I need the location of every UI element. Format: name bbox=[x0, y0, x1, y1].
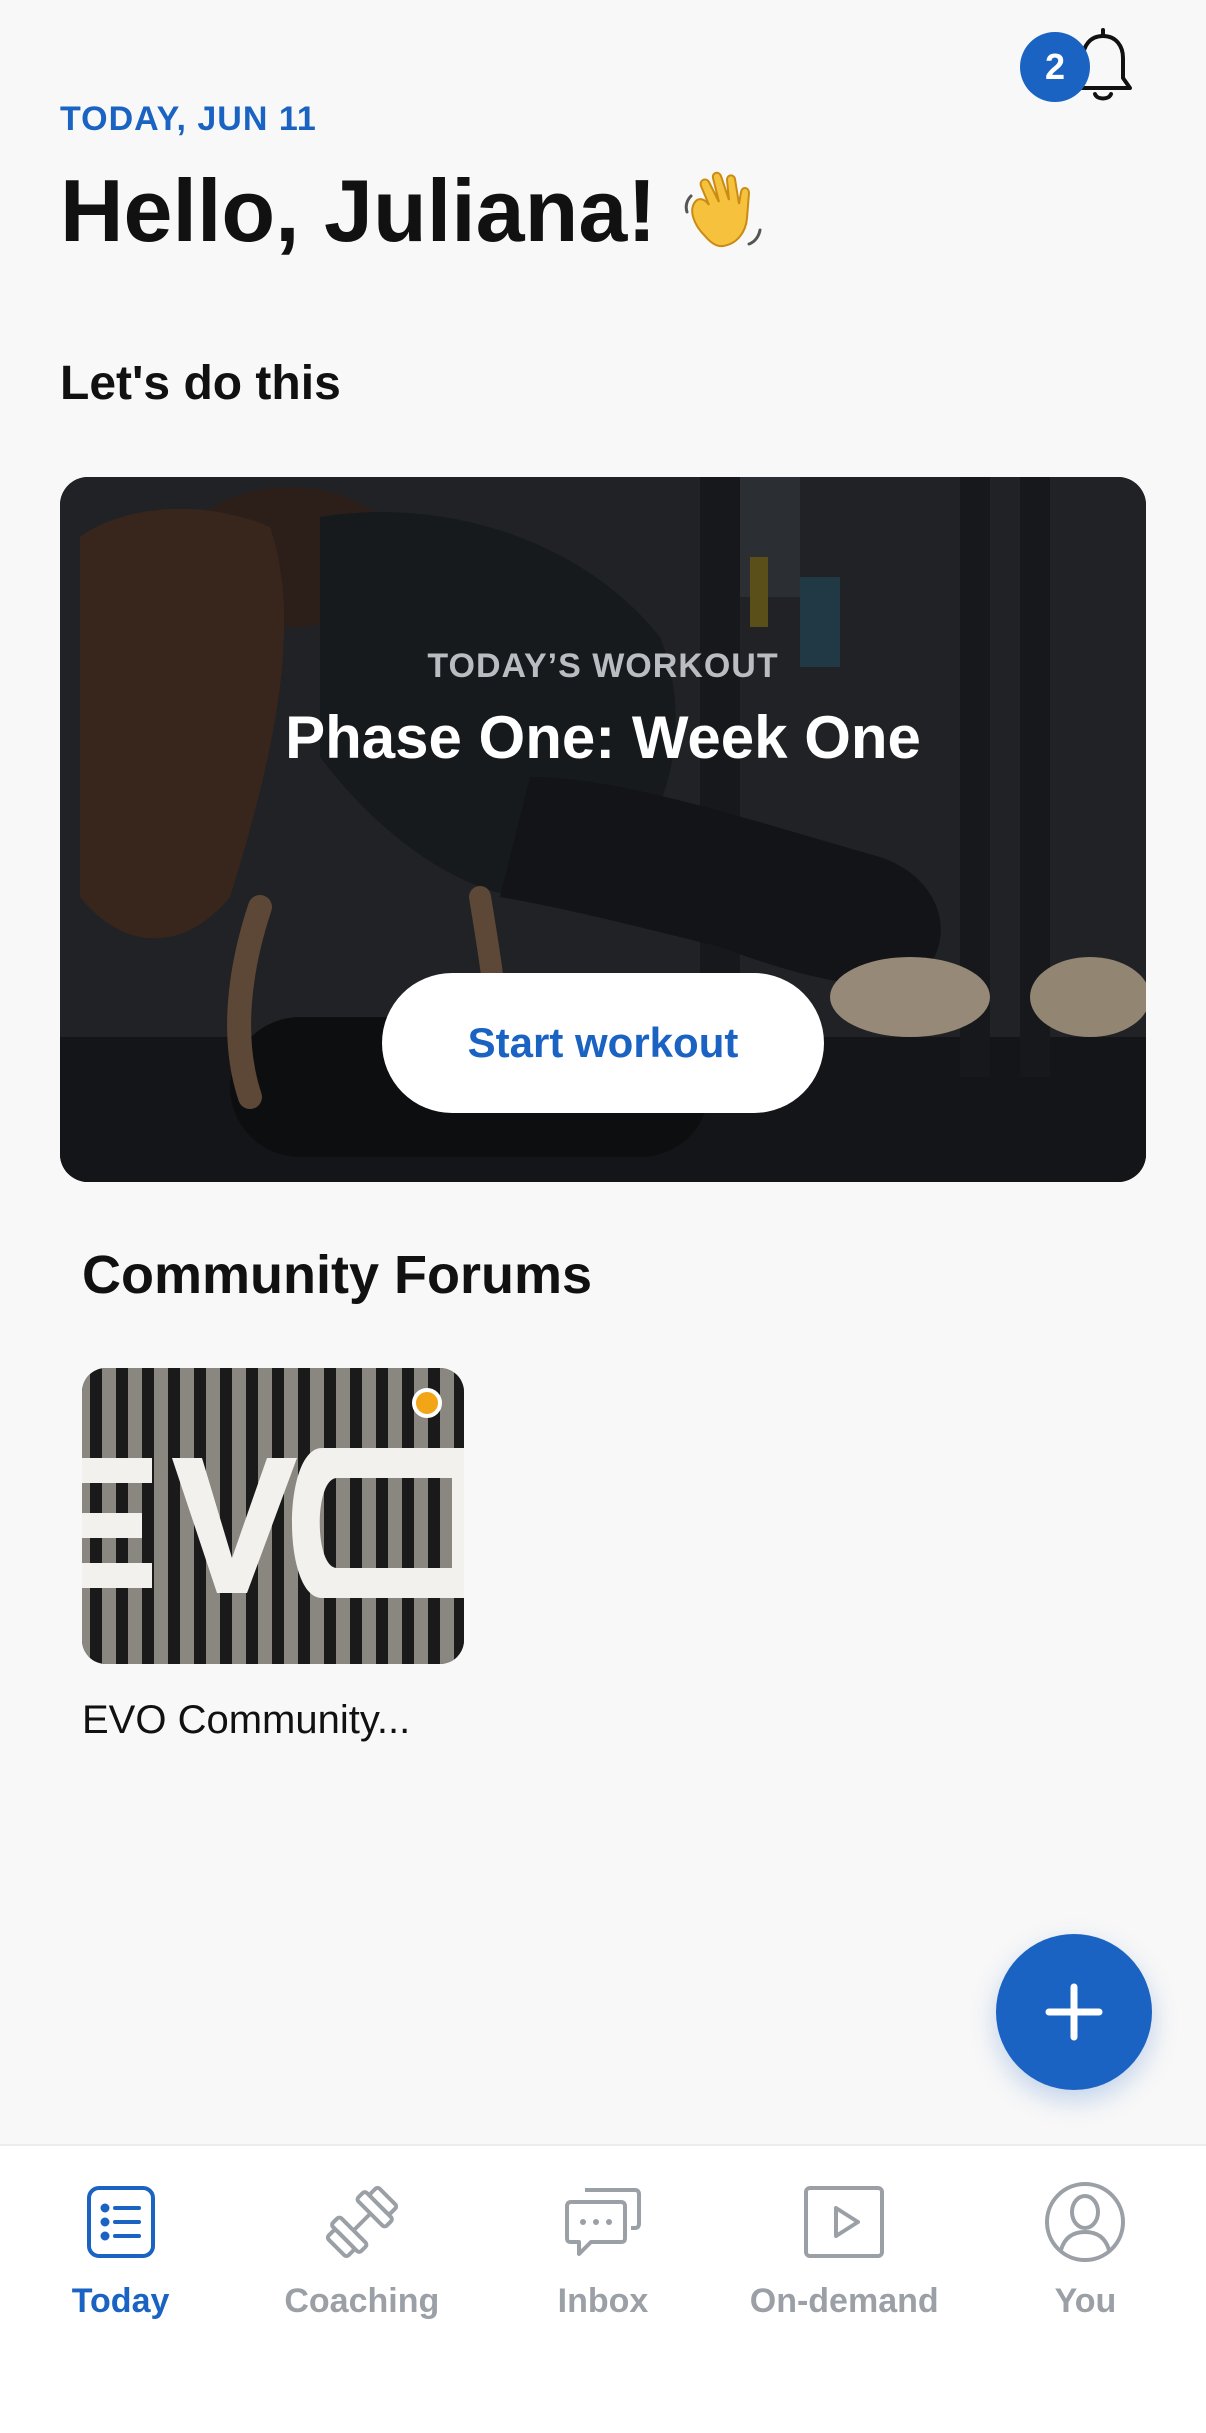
add-button[interactable] bbox=[996, 1934, 1152, 2090]
dumbbell-icon bbox=[325, 2185, 398, 2259]
tab-label: On-demand bbox=[749, 2282, 939, 2320]
forum-tile[interactable] bbox=[82, 1368, 464, 1664]
tab-label: You bbox=[1054, 2282, 1117, 2320]
start-workout-button[interactable]: Start workout bbox=[382, 973, 824, 1113]
workout-eyebrow: TODAY’S WORKOUT bbox=[427, 647, 779, 685]
notification-count-badge: 2 bbox=[1020, 32, 1090, 102]
chat-icon bbox=[565, 2188, 641, 2256]
today-screen: 2 TODAY, JUN 11 Hello, Juliana! Let's do… bbox=[0, 0, 1206, 2433]
tab-today[interactable]: Today bbox=[0, 2146, 241, 2433]
date-label: TODAY, JUN 11 bbox=[60, 100, 317, 138]
greeting-heading: Hello, Juliana! bbox=[60, 160, 769, 262]
waving-hand-icon bbox=[684, 171, 762, 248]
workout-title: Phase One: Week One bbox=[285, 704, 921, 771]
play-icon bbox=[804, 2186, 885, 2258]
tab-label: Coaching bbox=[284, 2282, 440, 2320]
todays-workout-card[interactable]: TODAY’S WORKOUT Phase One: Week One Star… bbox=[60, 477, 1146, 1182]
tab-on-demand[interactable]: On-demand bbox=[724, 2146, 965, 2433]
section-title: Let's do this bbox=[60, 357, 341, 410]
tab-label: Today bbox=[71, 2282, 170, 2320]
list-icon bbox=[86, 2186, 155, 2258]
evo-community-thumbnail bbox=[82, 1368, 464, 1664]
tab-coaching[interactable]: Coaching bbox=[241, 2146, 482, 2433]
greeting-text: Hello, Juliana! bbox=[60, 161, 657, 260]
tab-label: Inbox bbox=[557, 2282, 649, 2320]
tab-you[interactable]: You bbox=[965, 2146, 1206, 2433]
forum-name[interactable]: EVO Community... bbox=[82, 1698, 410, 1743]
notifications-button[interactable]: 2 bbox=[1016, 28, 1136, 108]
community-forums-title: Community Forums bbox=[82, 1245, 593, 1305]
tab-inbox[interactable]: Inbox bbox=[482, 2146, 723, 2433]
unread-indicator bbox=[412, 1388, 442, 1418]
bottom-nav: Today Coaching Inbox On-demand You bbox=[0, 2144, 1206, 2433]
plus-icon bbox=[1045, 1983, 1103, 2041]
user-icon bbox=[1045, 2182, 1126, 2262]
